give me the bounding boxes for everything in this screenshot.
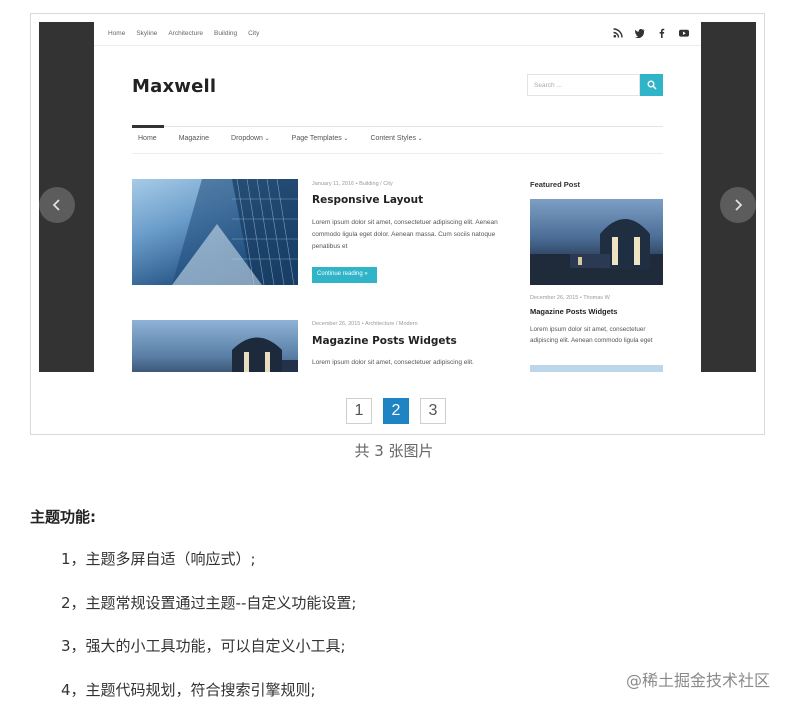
- top-link-architecture: Architecture: [168, 30, 203, 37]
- top-link-city: City: [248, 30, 260, 37]
- post-thumbnail-building: [132, 179, 298, 285]
- nav-page-templates: Page Templates: [292, 135, 349, 142]
- gallery-caption: 共 3 张图片: [354, 442, 434, 460]
- divider: [132, 126, 663, 127]
- page-button-1[interactable]: 1: [346, 398, 372, 424]
- gallery-slide: Home Skyline Architecture Building City …: [39, 22, 756, 372]
- theme-screenshot: Home Skyline Architecture Building City …: [94, 22, 701, 372]
- post-thumbnail-observatory: [132, 320, 298, 372]
- chevron-left-icon: [52, 199, 60, 211]
- post-excerpt: Lorem ipsum dolor sit amet, consectetuer…: [312, 219, 498, 250]
- nav-magazine: Magazine: [178, 135, 210, 142]
- prev-slide-button[interactable]: [39, 187, 75, 223]
- page-button-3[interactable]: 3: [420, 398, 446, 424]
- social-icons: [613, 28, 689, 38]
- sidebar-post-excerpt: Lorem ipsum dolor sit amet, consectetuer…: [530, 326, 653, 344]
- sidebar-post-meta: December 26, 2015 • Thomas W: [530, 295, 610, 301]
- feature-item: 4，主题代码规划，符合搜索引擎规则;: [61, 681, 316, 699]
- watermark: @稀土掘金技术社区: [625, 671, 770, 690]
- site-logo: Maxwell: [132, 76, 217, 97]
- top-link-home: Home: [108, 30, 126, 37]
- post-title: Magazine Posts Widgets: [312, 335, 457, 347]
- post-meta: January 11, 2016 • Building / City: [312, 181, 393, 187]
- page-button-2[interactable]: 2: [383, 398, 409, 424]
- top-link-skyline: Skyline: [136, 30, 158, 37]
- top-links: Home Skyline Architecture Building City: [108, 30, 259, 37]
- feature-item: 1，主题多屏自适（响应式）;: [61, 550, 256, 568]
- next-slide-button[interactable]: [720, 187, 756, 223]
- chevron-right-icon: [735, 199, 743, 211]
- sidebar-next-thumbnail: [530, 365, 663, 372]
- twitter-icon: [635, 29, 645, 38]
- site-search-input: Search ...: [527, 74, 640, 96]
- site-top-bar: Home Skyline Architecture Building City: [94, 22, 701, 46]
- sidebar-post-title: Magazine Posts Widgets: [530, 307, 618, 316]
- rss-icon: [613, 28, 623, 38]
- site-nav: Home Magazine Dropdown Page Templates Co…: [138, 135, 445, 142]
- top-link-building: Building: [214, 30, 238, 37]
- section-title: 主题功能:: [30, 508, 96, 526]
- site-search-button: [640, 74, 663, 96]
- nav-dropdown: Dropdown: [231, 135, 270, 142]
- nav-active-indicator: [132, 125, 164, 128]
- feature-item: 3，强大的小工具功能，可以自定义小工具;: [61, 637, 346, 655]
- post-excerpt: Lorem ipsum dolor sit amet, consectetuer…: [312, 359, 474, 366]
- read-more-button: Continue reading »: [312, 267, 377, 283]
- youtube-icon: [679, 29, 689, 37]
- search-icon: [647, 80, 657, 90]
- nav-home: Home: [138, 135, 157, 142]
- post-title: Responsive Layout: [312, 194, 424, 206]
- image-gallery: Home Skyline Architecture Building City …: [30, 13, 765, 435]
- sidebar-title: Featured Post: [530, 180, 581, 189]
- featured-thumbnail-observatory: [530, 199, 663, 285]
- divider: [132, 153, 663, 154]
- facebook-icon: [659, 28, 665, 38]
- nav-content-styles: Content Styles: [370, 135, 422, 142]
- post-meta: December 26, 2015 • Architecture / Moder…: [312, 321, 418, 327]
- gallery-pagination: 1 2 3: [346, 398, 446, 424]
- feature-item: 2，主题常规设置通过主题--自定义功能设置;: [61, 594, 357, 612]
